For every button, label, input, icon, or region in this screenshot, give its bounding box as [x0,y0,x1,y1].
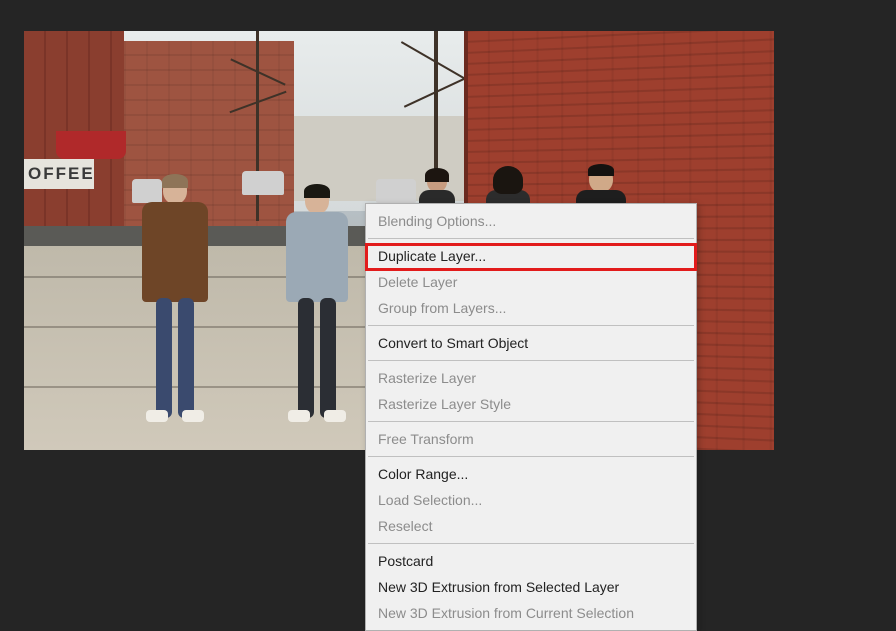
menu-item-load-selection[interactable]: Load Selection... [366,487,696,513]
menu-item-new-3d-extrusion-current[interactable]: New 3D Extrusion from Current Selection [366,600,696,626]
menu-item-postcard[interactable]: Postcard [366,548,696,574]
menu-item-free-transform[interactable]: Free Transform [366,426,696,452]
menu-separator [368,543,694,544]
person [286,186,348,422]
menu-separator [368,238,694,239]
menu-item-reselect[interactable]: Reselect [366,513,696,539]
menu-separator [368,421,694,422]
coffee-sign: OFFEE [24,159,94,189]
menu-item-delete-layer[interactable]: Delete Layer [366,269,696,295]
menu-item-rasterize-layer-style[interactable]: Rasterize Layer Style [366,391,696,417]
menu-separator [368,456,694,457]
person [142,176,208,422]
menu-item-rasterize-layer[interactable]: Rasterize Layer [366,365,696,391]
menu-item-convert-smart-object[interactable]: Convert to Smart Object [366,330,696,356]
menu-item-color-range[interactable]: Color Range... [366,461,696,487]
layer-context-menu[interactable]: Blending Options... Duplicate Layer... D… [365,203,697,631]
menu-item-group-from-layers[interactable]: Group from Layers... [366,295,696,321]
menu-separator [368,360,694,361]
menu-item-blending-options[interactable]: Blending Options... [366,208,696,234]
awning [56,131,126,159]
menu-item-new-3d-extrusion-selected[interactable]: New 3D Extrusion from Selected Layer [366,574,696,600]
menu-item-duplicate-layer[interactable]: Duplicate Layer... [366,243,696,269]
car [242,171,284,195]
menu-separator [368,325,694,326]
car [376,179,416,203]
